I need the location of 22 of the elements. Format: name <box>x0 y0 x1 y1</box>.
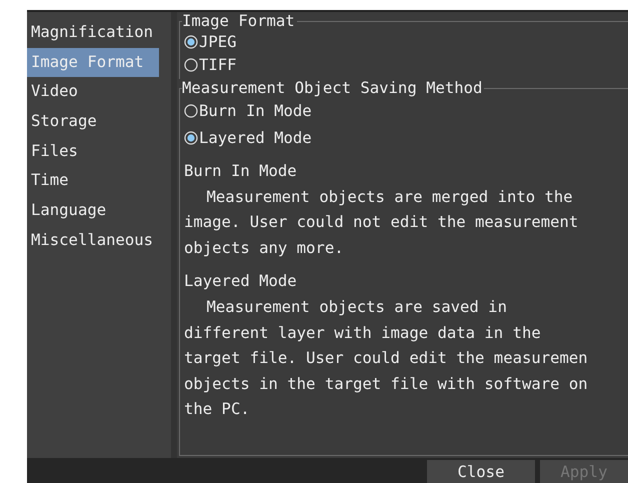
sidebar-item[interactable]: Language <box>27 196 171 226</box>
sidebar-item[interactable]: Files <box>27 136 171 166</box>
note-text: Measurement objects are saved in different layer with image data in the target file. User could edit the measuremen objects in the target file with software on the PC. <box>184 296 589 420</box>
sidebar-item[interactable]: Video <box>27 77 171 108</box>
sidebar-item[interactable]: Miscellaneous <box>27 226 171 256</box>
close-button[interactable]: Close <box>427 460 535 483</box>
sidebar-item[interactable]: Magnification <box>27 18 171 48</box>
radio-empty-icon[interactable] <box>184 104 198 118</box>
radio-button[interactable]: TIFF <box>184 53 237 76</box>
group-title: Measurement Object Saving Method <box>182 79 484 97</box>
radio-selected-icon[interactable] <box>184 34 198 48</box>
note-text: Measurement objects are merged into the image. User could not edit the measurement objects any more. <box>184 186 580 259</box>
note-heading: Layered Mode <box>184 271 298 292</box>
radio-empty-icon[interactable] <box>184 58 198 72</box>
radio-button[interactable]: JPEG <box>184 30 237 53</box>
radio-button[interactable]: Layered Mode <box>184 124 312 151</box>
note-heading: Burn In Mode <box>184 161 298 182</box>
radio-button[interactable]: Burn In Mode <box>184 97 312 124</box>
group-title: Image Format <box>182 12 296 30</box>
sidebar-item[interactable]: Storage <box>27 107 171 137</box>
sidebar-item[interactable]: Time <box>27 166 171 196</box>
radio-selected-icon[interactable] <box>184 130 198 144</box>
